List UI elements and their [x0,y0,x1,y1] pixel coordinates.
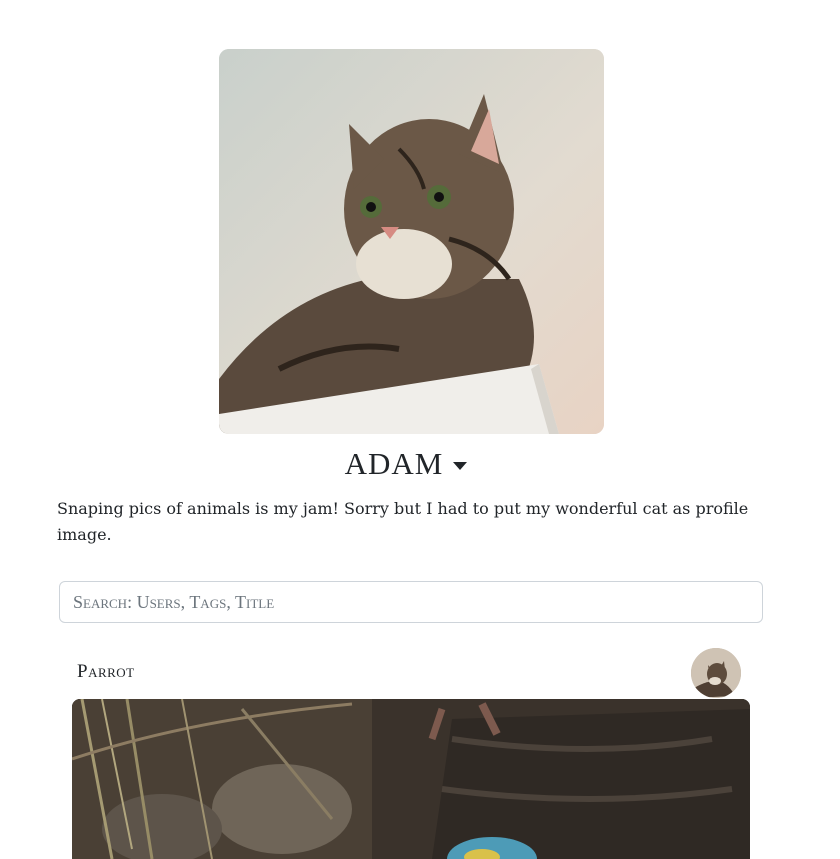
search-input[interactable] [59,581,763,623]
profile-bio: Snaping pics of animals is my jam! Sorry… [57,499,749,544]
username: ADAM [344,446,444,481]
username-row[interactable]: ADAM [0,446,812,482]
profile-photo [219,49,604,434]
post-image[interactable] [72,699,750,859]
caret-down-icon[interactable] [453,462,468,470]
author-avatar[interactable] [691,648,741,698]
post-title[interactable]: Parrot [77,661,135,683]
